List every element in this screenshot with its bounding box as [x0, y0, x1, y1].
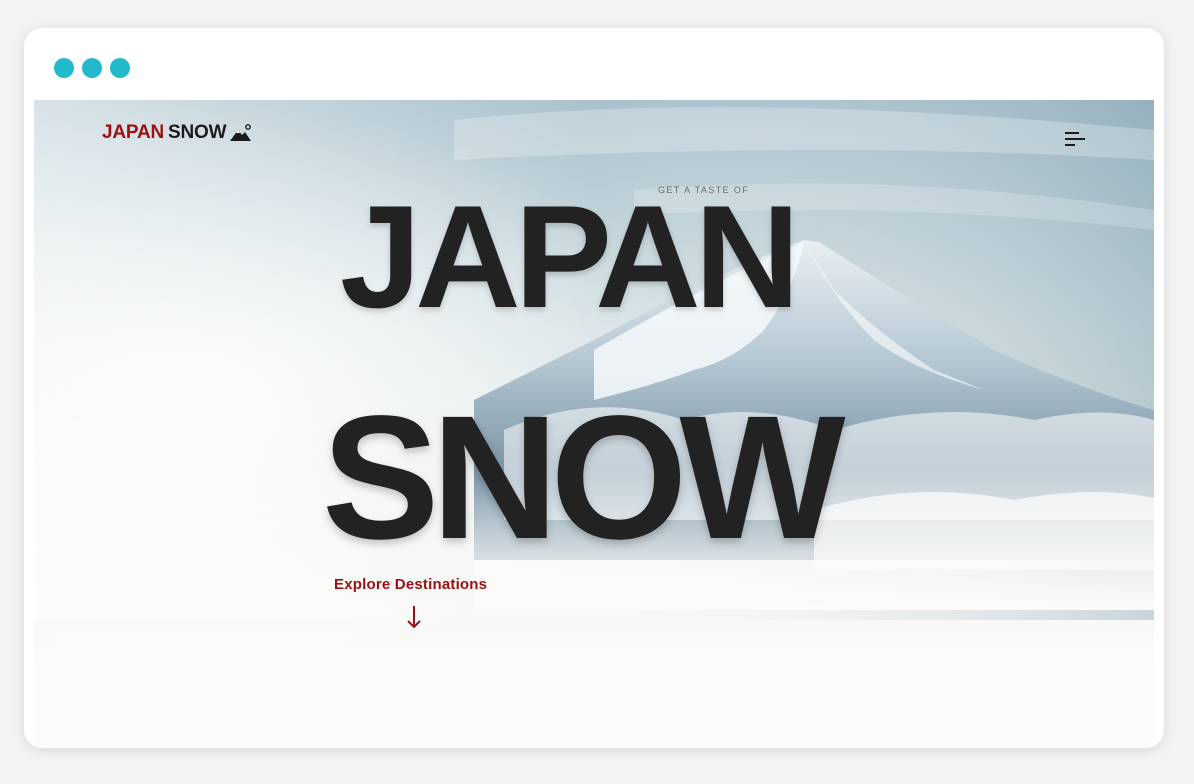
logo-word-snow: SNOW — [168, 122, 227, 143]
hero-title-line-1: JAPAN — [340, 175, 800, 338]
window-controls — [54, 58, 130, 78]
hero-title-line-2: SNOW — [322, 380, 846, 576]
page-viewport: JAPAN SNOW GET A TASTE OF JAPAN SNOW Exp… — [34, 100, 1154, 748]
window-dot-3[interactable] — [110, 58, 130, 78]
window-dot-1[interactable] — [54, 58, 74, 78]
browser-window: JAPAN SNOW GET A TASTE OF JAPAN SNOW Exp… — [24, 28, 1164, 748]
logo-word-japan: JAPAN — [102, 122, 164, 143]
mountain-icon — [230, 124, 252, 141]
arrow-down-icon[interactable] — [406, 604, 422, 630]
explore-destinations-link[interactable]: Explore Destinations — [334, 576, 487, 593]
menu-icon[interactable] — [1063, 128, 1089, 150]
site-logo[interactable]: JAPAN SNOW — [102, 122, 252, 144]
window-dot-2[interactable] — [82, 58, 102, 78]
